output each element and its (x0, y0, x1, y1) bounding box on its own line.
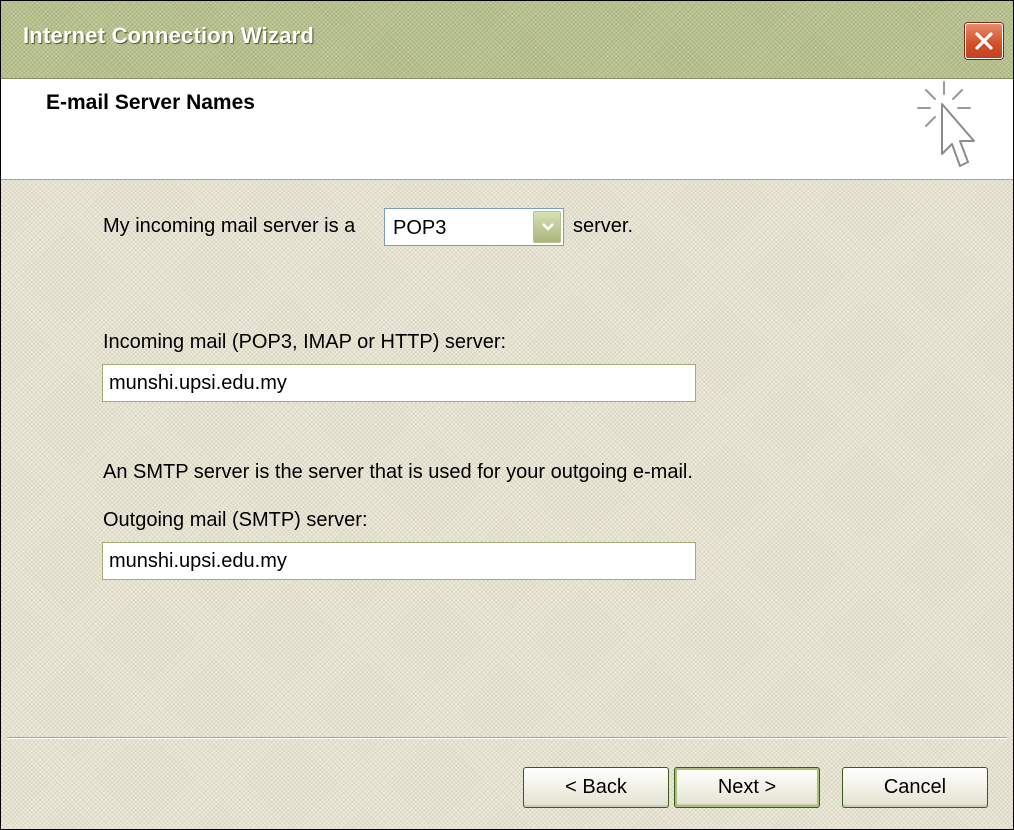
incoming-server-label: Incoming mail (POP3, IMAP or HTTP) serve… (103, 331, 507, 353)
server-type-dropdown-button[interactable] (533, 211, 561, 243)
server-type-prefix-label: My incoming mail server is a (103, 215, 356, 237)
server-type-select[interactable]: POP3 (384, 208, 564, 246)
page-title: E-mail Server Names (46, 91, 255, 114)
footer-divider (7, 737, 1007, 739)
server-type-suffix-label: server. (573, 215, 634, 237)
back-button[interactable]: < Back (523, 767, 669, 808)
chevron-down-icon (542, 223, 554, 231)
wizard-cursor-icon (917, 81, 975, 167)
next-button[interactable]: Next > (674, 767, 820, 808)
outgoing-server-label: Outgoing mail (SMTP) server: (103, 509, 368, 531)
close-icon (975, 32, 993, 50)
cancel-button[interactable]: Cancel (842, 767, 988, 808)
server-type-value: POP3 (393, 217, 447, 239)
smtp-note: An SMTP server is the server that is use… (103, 461, 693, 483)
outgoing-server-input[interactable] (102, 542, 696, 580)
title-bar[interactable]: Internet Connection Wizard (1, 1, 1013, 79)
window-title: Internet Connection Wizard (23, 23, 315, 48)
incoming-server-input[interactable] (102, 364, 696, 402)
wizard-window: Internet Connection Wizard E-mail Server… (0, 0, 1014, 830)
close-button[interactable] (965, 23, 1003, 59)
